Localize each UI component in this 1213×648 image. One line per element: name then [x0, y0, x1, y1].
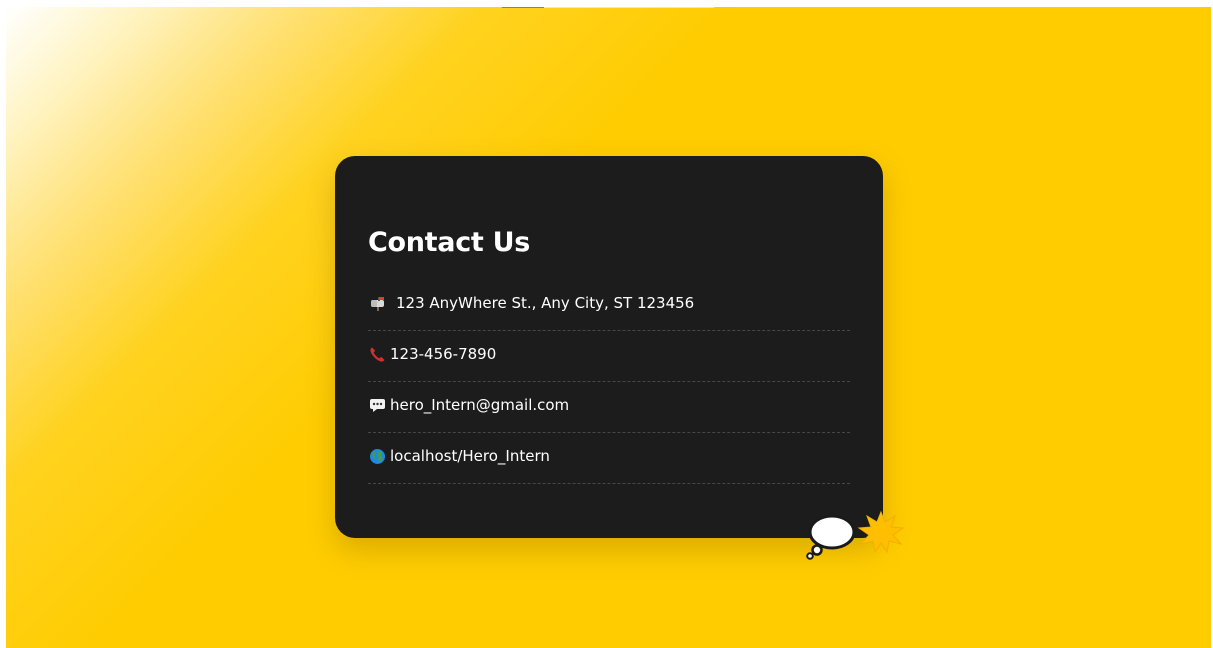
contact-item-website: localhost/Hero_Intern: [368, 433, 850, 484]
contact-card: Contact Us 123 AnyWhere St., Any City, S…: [335, 156, 883, 538]
website-text: localhost/Hero_Intern: [390, 447, 550, 465]
mailbox-icon: [368, 294, 386, 312]
phone-text: 123-456-7890: [390, 345, 497, 363]
contact-list: 123 AnyWhere St., Any City, ST 123456 12…: [368, 280, 850, 484]
top-accent-line: [502, 7, 544, 8]
thought-bubble-icon: [805, 512, 857, 560]
top-accent-line-light: [544, 7, 714, 8]
speech-balloon-icon: [368, 396, 386, 414]
contact-title: Contact Us: [368, 227, 531, 258]
address-text: 123 AnyWhere St., Any City, ST 123456: [396, 294, 695, 312]
globe-icon: [368, 447, 386, 465]
contact-item-address: 123 AnyWhere St., Any City, ST 123456: [368, 280, 850, 331]
contact-item-phone: 123-456-7890: [368, 331, 850, 382]
page-background: Contact Us 123 AnyWhere St., Any City, S…: [6, 7, 1211, 648]
phone-icon: [368, 345, 386, 363]
contact-item-email: hero_Intern@gmail.com: [368, 382, 850, 433]
email-text: hero_Intern@gmail.com: [390, 396, 570, 414]
burst-icon: [857, 510, 905, 554]
